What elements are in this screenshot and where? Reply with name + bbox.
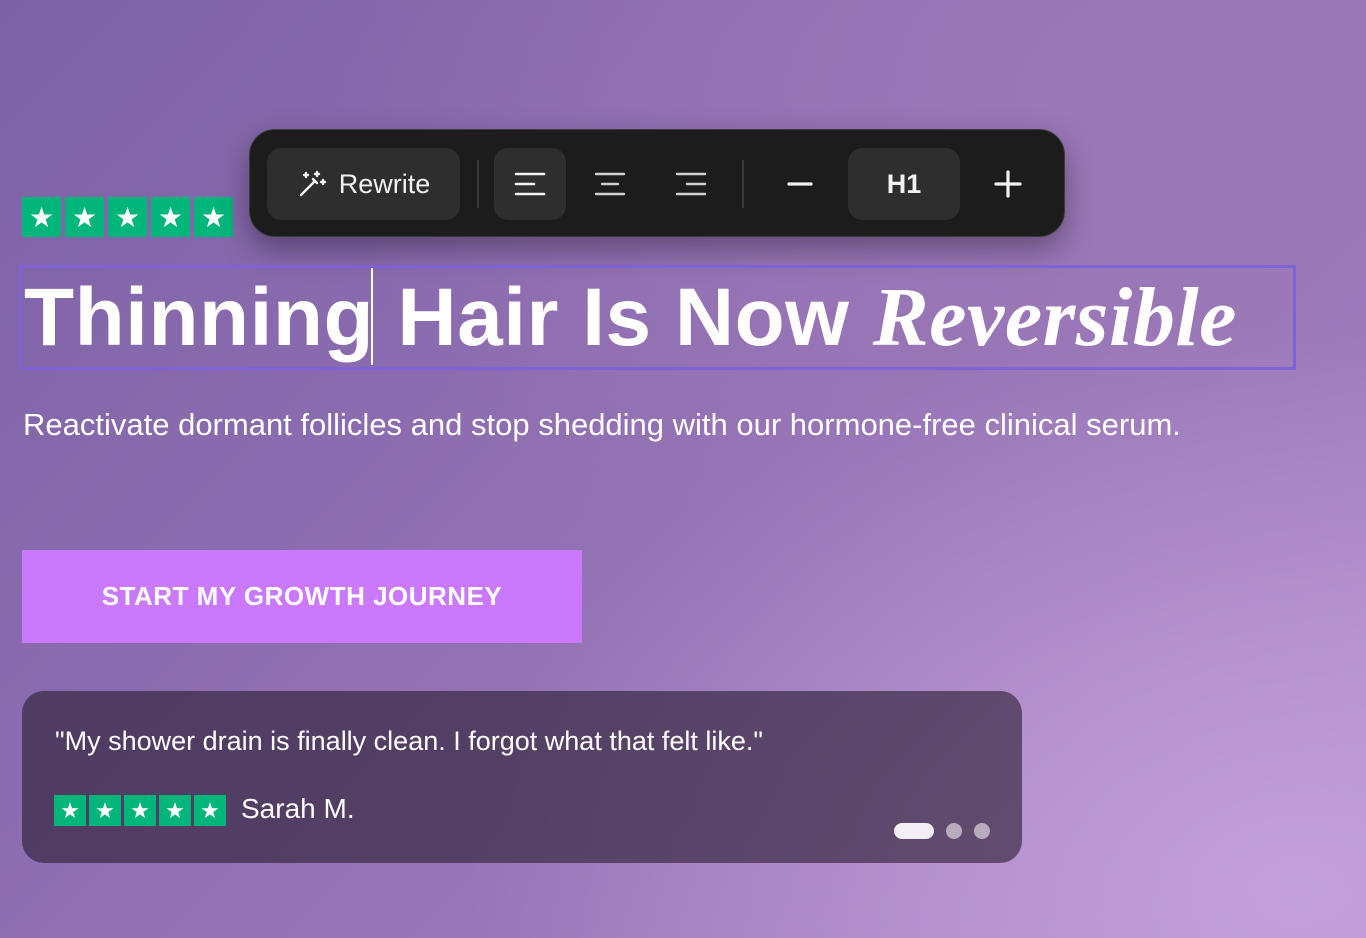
hero-subtitle: Reactivate dormant follicles and stop sh…: [23, 407, 1181, 442]
decrease-heading-button[interactable]: [764, 148, 836, 220]
toolbar-divider: [742, 160, 744, 208]
carousel-dot-3[interactable]: [974, 823, 990, 839]
carousel-dot-1[interactable]: [894, 823, 934, 839]
review-author: Sarah M.: [241, 793, 355, 824]
carousel-dots: [894, 823, 990, 839]
star-icon: ★: [159, 795, 191, 826]
review-quote: "My shower drain is finally clean. I for…: [55, 726, 763, 756]
magic-wand-icon: [297, 169, 327, 199]
increase-heading-button[interactable]: [972, 148, 1044, 220]
minus-icon: [786, 170, 814, 198]
star-icon: ★: [89, 795, 121, 826]
align-center-icon: [594, 171, 626, 197]
star-icon: ★: [194, 795, 226, 826]
review-rating-stars: ★ ★ ★ ★ ★: [54, 795, 226, 826]
plus-icon: [994, 170, 1022, 198]
headline-italic-word: Reversible: [872, 271, 1237, 364]
star-icon: ★: [124, 795, 156, 826]
heading-level-label: H1: [886, 168, 922, 199]
hero-headline[interactable]: Thinning Hair Is Now Reversible: [24, 270, 1237, 366]
star-icon: ★: [108, 197, 147, 237]
text-format-toolbar: Rewrite H1: [249, 129, 1065, 237]
star-icon: ★: [54, 795, 86, 826]
text-cursor: [371, 268, 373, 365]
toolbar-divider: [477, 160, 479, 208]
headline-text-part1: Thinning: [24, 272, 398, 363]
star-icon: ★: [194, 197, 233, 237]
start-growth-journey-button[interactable]: START MY GROWTH JOURNEY: [22, 550, 582, 643]
rewrite-label: Rewrite: [338, 168, 431, 199]
align-left-button[interactable]: [494, 148, 566, 220]
star-icon: ★: [65, 197, 104, 237]
align-right-icon: [675, 171, 707, 197]
align-right-button[interactable]: [655, 148, 727, 220]
star-icon: ★: [151, 197, 190, 237]
star-icon: ★: [22, 197, 61, 237]
review-card: [22, 691, 1022, 863]
rewrite-button[interactable]: Rewrite: [267, 148, 460, 220]
carousel-dot-2[interactable]: [946, 823, 962, 839]
headline-text-part2: Hair Is Now: [397, 272, 873, 363]
align-center-button[interactable]: [574, 148, 646, 220]
top-rating-stars: ★ ★ ★ ★ ★: [22, 197, 233, 237]
heading-level-selector[interactable]: H1: [848, 148, 960, 220]
align-left-icon: [514, 171, 546, 197]
